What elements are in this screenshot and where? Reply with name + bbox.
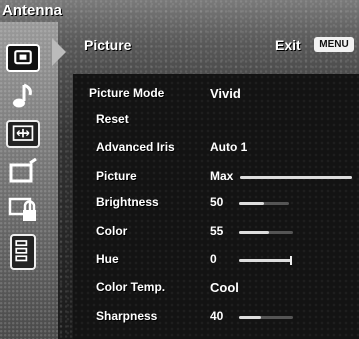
menu-button[interactable]: MENU: [314, 37, 354, 52]
setting-value: 50: [210, 195, 224, 209]
sidebar-item-setup[interactable]: [6, 158, 40, 186]
setting-row-hue[interactable]: Hue 0: [73, 248, 359, 272]
sidebar-item-options[interactable]: [10, 234, 36, 270]
setting-value: Auto 1: [210, 140, 248, 154]
music-note-icon: [13, 83, 32, 108]
sharpness-slider[interactable]: [239, 316, 293, 319]
slider-fill: [239, 259, 291, 262]
hue-slider[interactable]: [239, 256, 292, 265]
exit-label: Exit: [275, 37, 301, 53]
setting-value: Vivid: [210, 86, 241, 101]
sidebar-item-lock[interactable]: [6, 196, 40, 224]
setting-label: Reset: [96, 112, 129, 126]
sidebar-item-sound[interactable]: [6, 82, 40, 110]
setting-label: Brightness: [96, 195, 159, 209]
setting-label: Picture: [96, 169, 137, 183]
menu-list-icon: [15, 240, 28, 262]
settings-panel: Picture Mode Vivid Reset Advanced Iris A…: [73, 74, 359, 339]
page-title: Picture: [84, 37, 132, 53]
setting-label: Hue: [96, 252, 119, 266]
setting-row-picture-mode[interactable]: Picture Mode Vivid: [73, 82, 359, 106]
brightness-slider[interactable]: [239, 202, 289, 205]
setting-label: Color: [96, 224, 128, 238]
setting-value: Max: [210, 169, 234, 183]
parental-lock-icon: [8, 197, 36, 221]
sidebar: [0, 22, 58, 339]
picture-icon: [14, 50, 32, 65]
screen-size-icon: [12, 125, 34, 141]
setting-row-reset[interactable]: Reset: [73, 108, 359, 132]
setting-value: 55: [210, 224, 224, 238]
slider-tick: [290, 256, 292, 265]
setting-row-picture[interactable]: Picture Max: [73, 165, 359, 189]
sidebar-item-picture[interactable]: [6, 44, 40, 72]
setting-row-color-temp[interactable]: Color Temp. Cool: [73, 276, 359, 300]
selection-pointer: [52, 38, 66, 66]
setting-value: Cool: [210, 280, 239, 295]
input-source-label: Antenna: [2, 2, 62, 19]
color-slider[interactable]: [239, 231, 293, 234]
slider-fill: [239, 202, 264, 205]
setting-row-brightness[interactable]: Brightness 50: [73, 191, 359, 215]
slider-fill: [240, 176, 352, 179]
setting-row-color[interactable]: Color 55: [73, 220, 359, 244]
setting-label: Sharpness: [96, 309, 158, 323]
setting-row-advanced-iris[interactable]: Advanced Iris Auto 1: [73, 136, 359, 160]
tv-menu-screen: Antenna Picture Exit MENU Picture Mode V…: [0, 0, 359, 339]
slider-fill: [239, 231, 269, 234]
setting-label: Picture Mode: [89, 86, 165, 100]
setting-label: Advanced Iris: [96, 140, 175, 154]
picture-slider[interactable]: [240, 176, 352, 179]
slider-fill: [239, 316, 261, 319]
setting-row-sharpness[interactable]: Sharpness 40: [73, 305, 359, 329]
setting-value: 0: [210, 252, 217, 266]
setting-label: Color Temp.: [96, 280, 166, 294]
sidebar-item-screen[interactable]: [6, 120, 40, 148]
setting-value: 40: [210, 309, 224, 323]
tv-setup-icon: [9, 158, 37, 183]
